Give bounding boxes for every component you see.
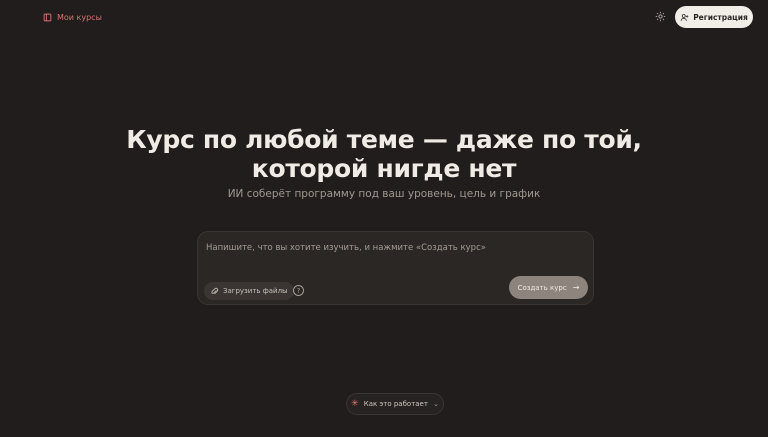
my-courses-link[interactable]: Мои курсы bbox=[43, 10, 102, 24]
register-button[interactable]: Регистрация bbox=[675, 6, 753, 28]
prompt-box: Загрузить файлы ? Создать курс → bbox=[197, 231, 594, 305]
arrow-right-icon: → bbox=[572, 283, 580, 292]
hero-subtitle: ИИ соберёт программу под ваш уровень, це… bbox=[227, 188, 541, 200]
settings-button[interactable] bbox=[655, 11, 666, 22]
how-it-works-label: Как это работает bbox=[363, 400, 428, 408]
upload-files-label: Загрузить файлы bbox=[223, 287, 288, 295]
hero-title-line-2: которой нигде нет bbox=[251, 154, 517, 183]
how-it-works-button[interactable]: ✳ Как это работает ⌄ bbox=[346, 393, 444, 415]
chevron-down-icon: ⌄ bbox=[432, 400, 439, 408]
register-label: Регистрация bbox=[693, 12, 748, 22]
create-course-label: Создать курс bbox=[517, 283, 567, 292]
upload-files-button[interactable]: Загрузить файлы bbox=[204, 282, 294, 300]
question-circle-icon[interactable]: ? bbox=[293, 285, 304, 296]
gear-icon bbox=[655, 11, 666, 22]
book-icon bbox=[43, 13, 52, 21]
hero-title-line-1: Курс по любой теме — даже по той, bbox=[126, 125, 642, 154]
my-courses-label: Мои курсы bbox=[57, 12, 102, 22]
create-course-button[interactable]: Создать курс → bbox=[509, 276, 588, 299]
add-user-icon bbox=[680, 13, 689, 21]
sparkle-icon: ✳ bbox=[351, 399, 359, 409]
course-topic-input[interactable] bbox=[206, 240, 586, 256]
paperclip-icon bbox=[211, 287, 219, 294]
hero-title: Курс по любой теме — даже по той, которо… bbox=[0, 125, 768, 183]
page: Мои курсы Регистрация Курс по любой теме… bbox=[0, 0, 768, 437]
